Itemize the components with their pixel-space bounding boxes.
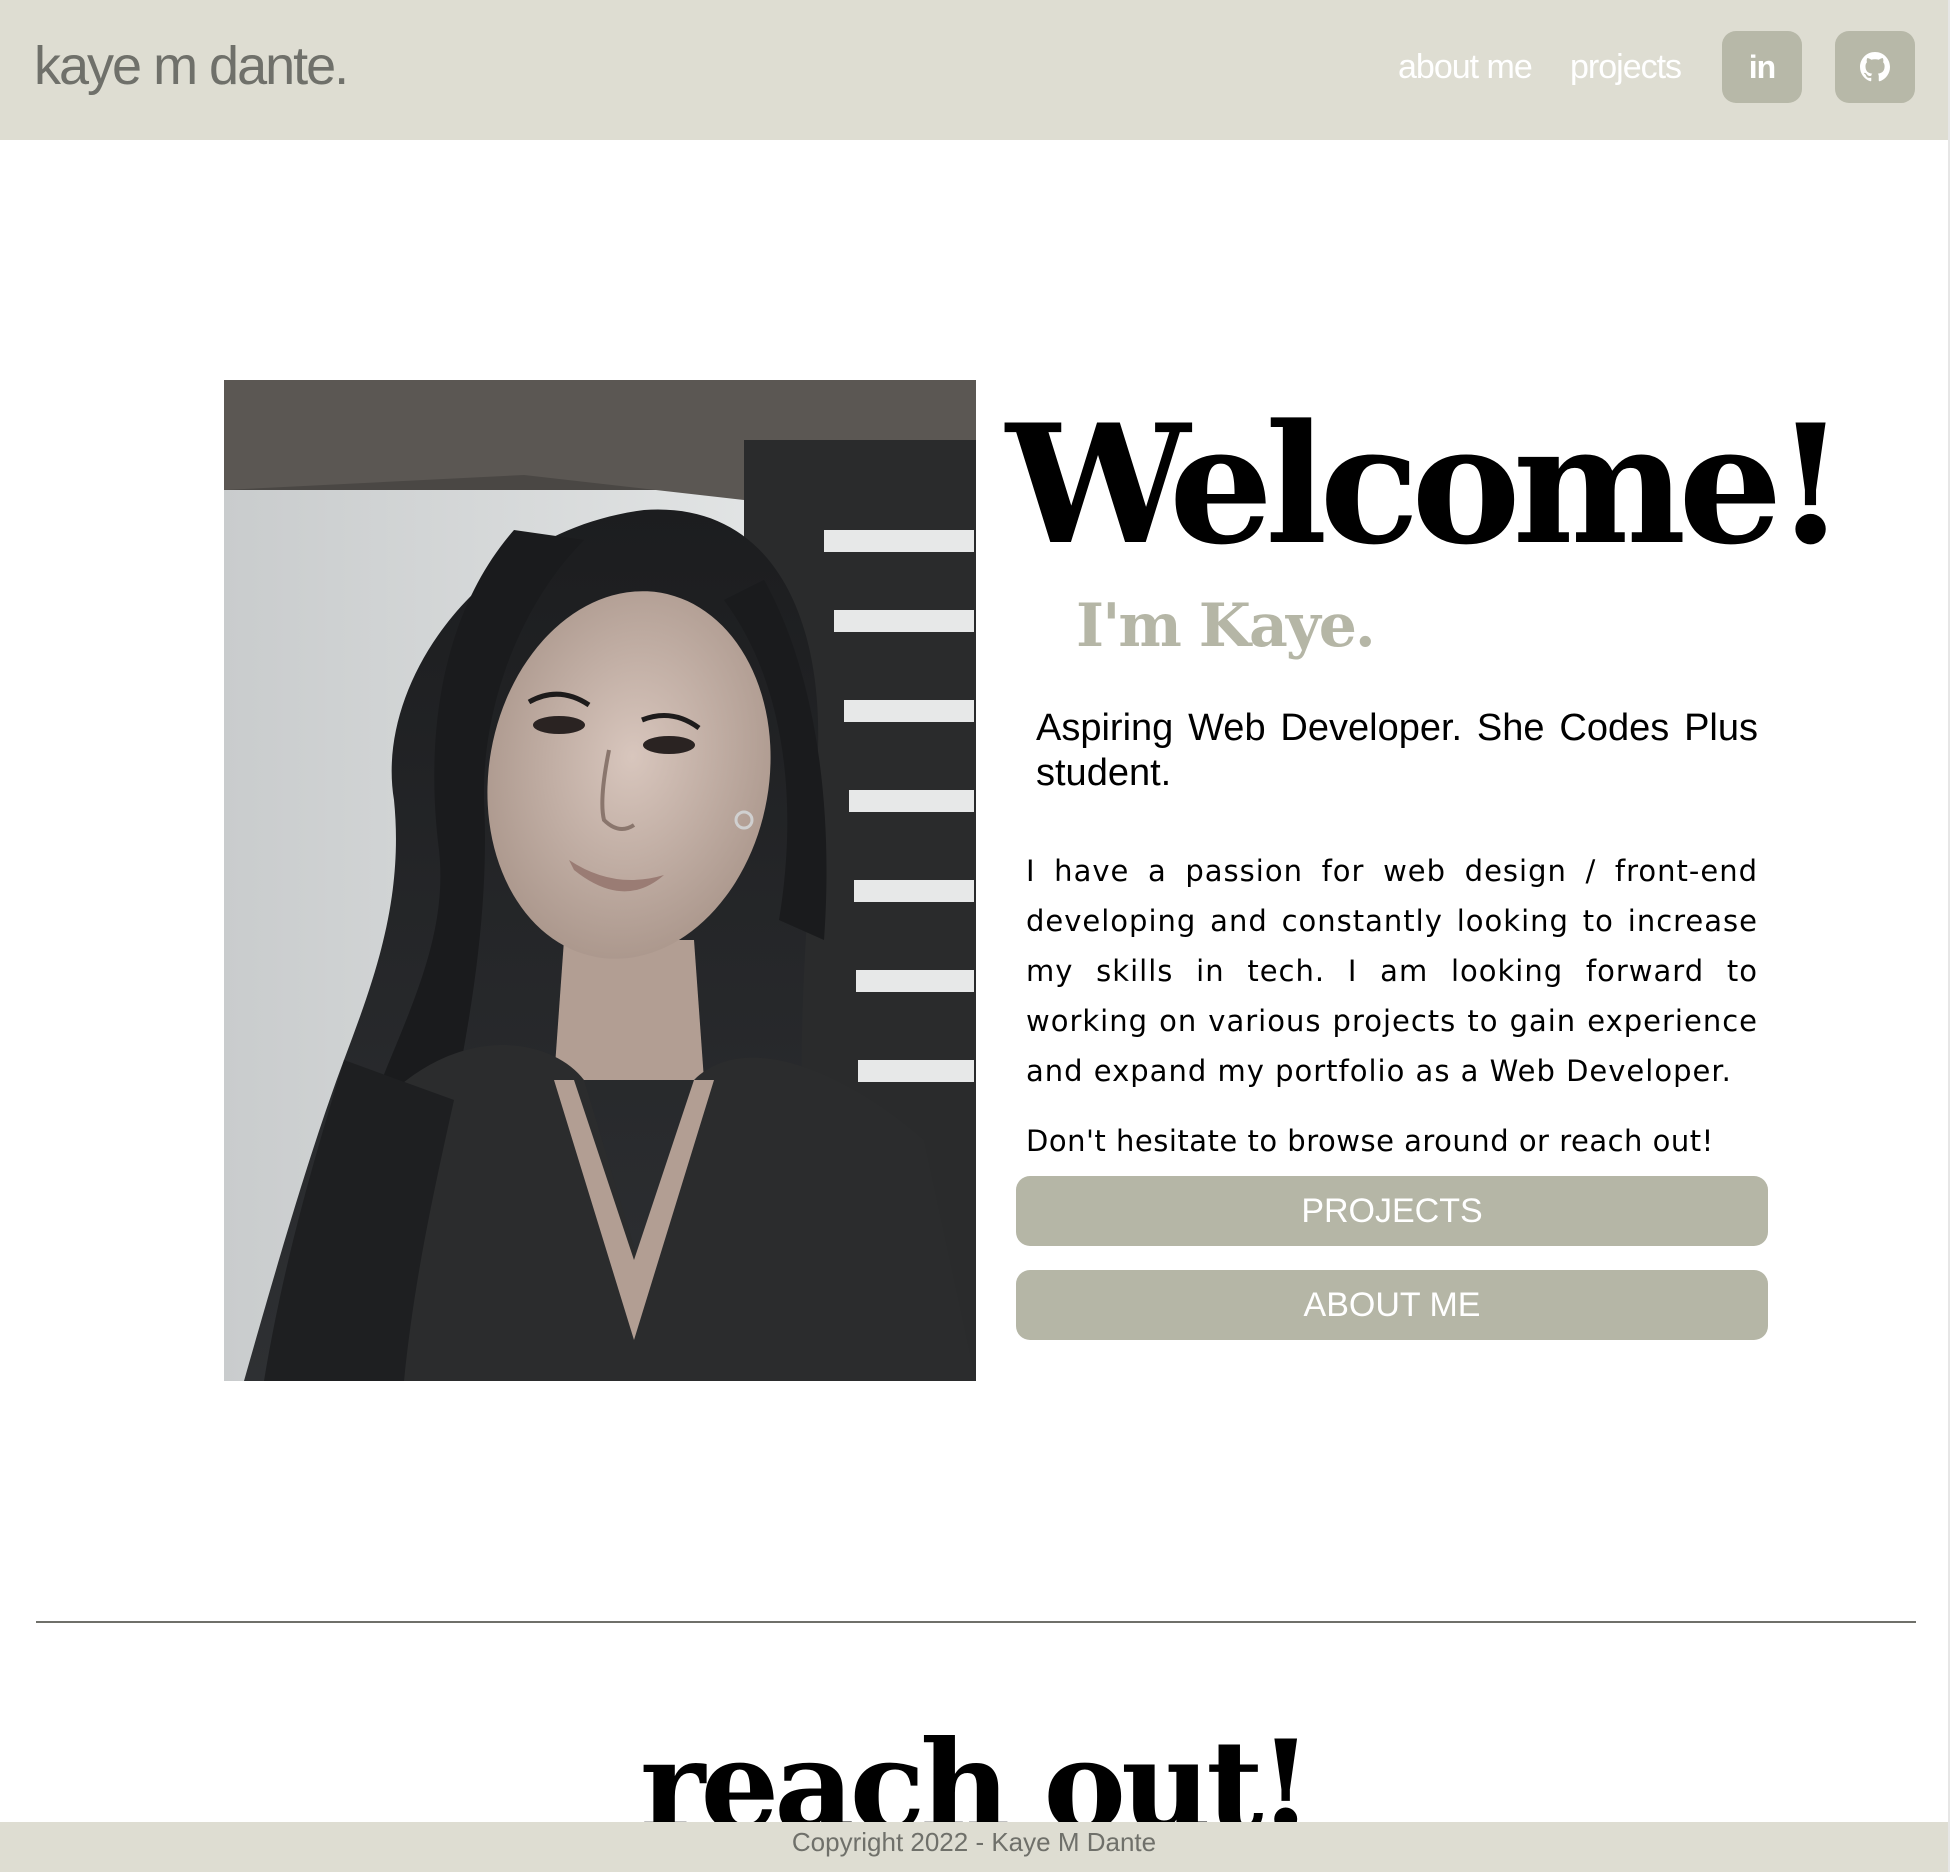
welcome-heading: Welcome! bbox=[1006, 388, 1847, 581]
portrait-image bbox=[224, 380, 976, 1381]
github-button[interactable] bbox=[1835, 31, 1915, 103]
github-icon bbox=[1860, 52, 1890, 82]
hero-portrait bbox=[224, 380, 976, 1381]
cta-text: Don't hesitate to browse around or reach… bbox=[1026, 1124, 1714, 1158]
projects-button[interactable]: PROJECTS bbox=[1016, 1176, 1768, 1246]
tagline: Aspiring Web Developer. She Codes Plus s… bbox=[1036, 707, 1758, 794]
navbar: kaye m dante. about me projects in bbox=[0, 0, 1958, 140]
section-divider bbox=[36, 1621, 1916, 1623]
footer: Copyright 2022 - Kaye M Dante bbox=[0, 1822, 1958, 1872]
linkedin-button[interactable]: in bbox=[1722, 31, 1802, 103]
linkedin-icon: in bbox=[1748, 48, 1776, 85]
page: kaye m dante. about me projects in Welco… bbox=[0, 0, 1958, 1872]
bio-paragraph: I have a passion for web design / front-… bbox=[1026, 854, 1758, 1088]
nav-link-projects[interactable]: projects bbox=[1570, 42, 1682, 92]
copyright-text: Copyright 2022 - Kaye M Dante bbox=[791, 1827, 1157, 1857]
about-me-button[interactable]: ABOUT ME bbox=[1016, 1270, 1768, 1340]
brand-logo[interactable]: kaye m dante. bbox=[34, 30, 349, 102]
scrollbar-gutter bbox=[1948, 0, 1958, 1872]
intro-subtitle: I'm Kaye. bbox=[1076, 591, 1376, 661]
nav-link-about-me[interactable]: about me bbox=[1398, 42, 1533, 92]
